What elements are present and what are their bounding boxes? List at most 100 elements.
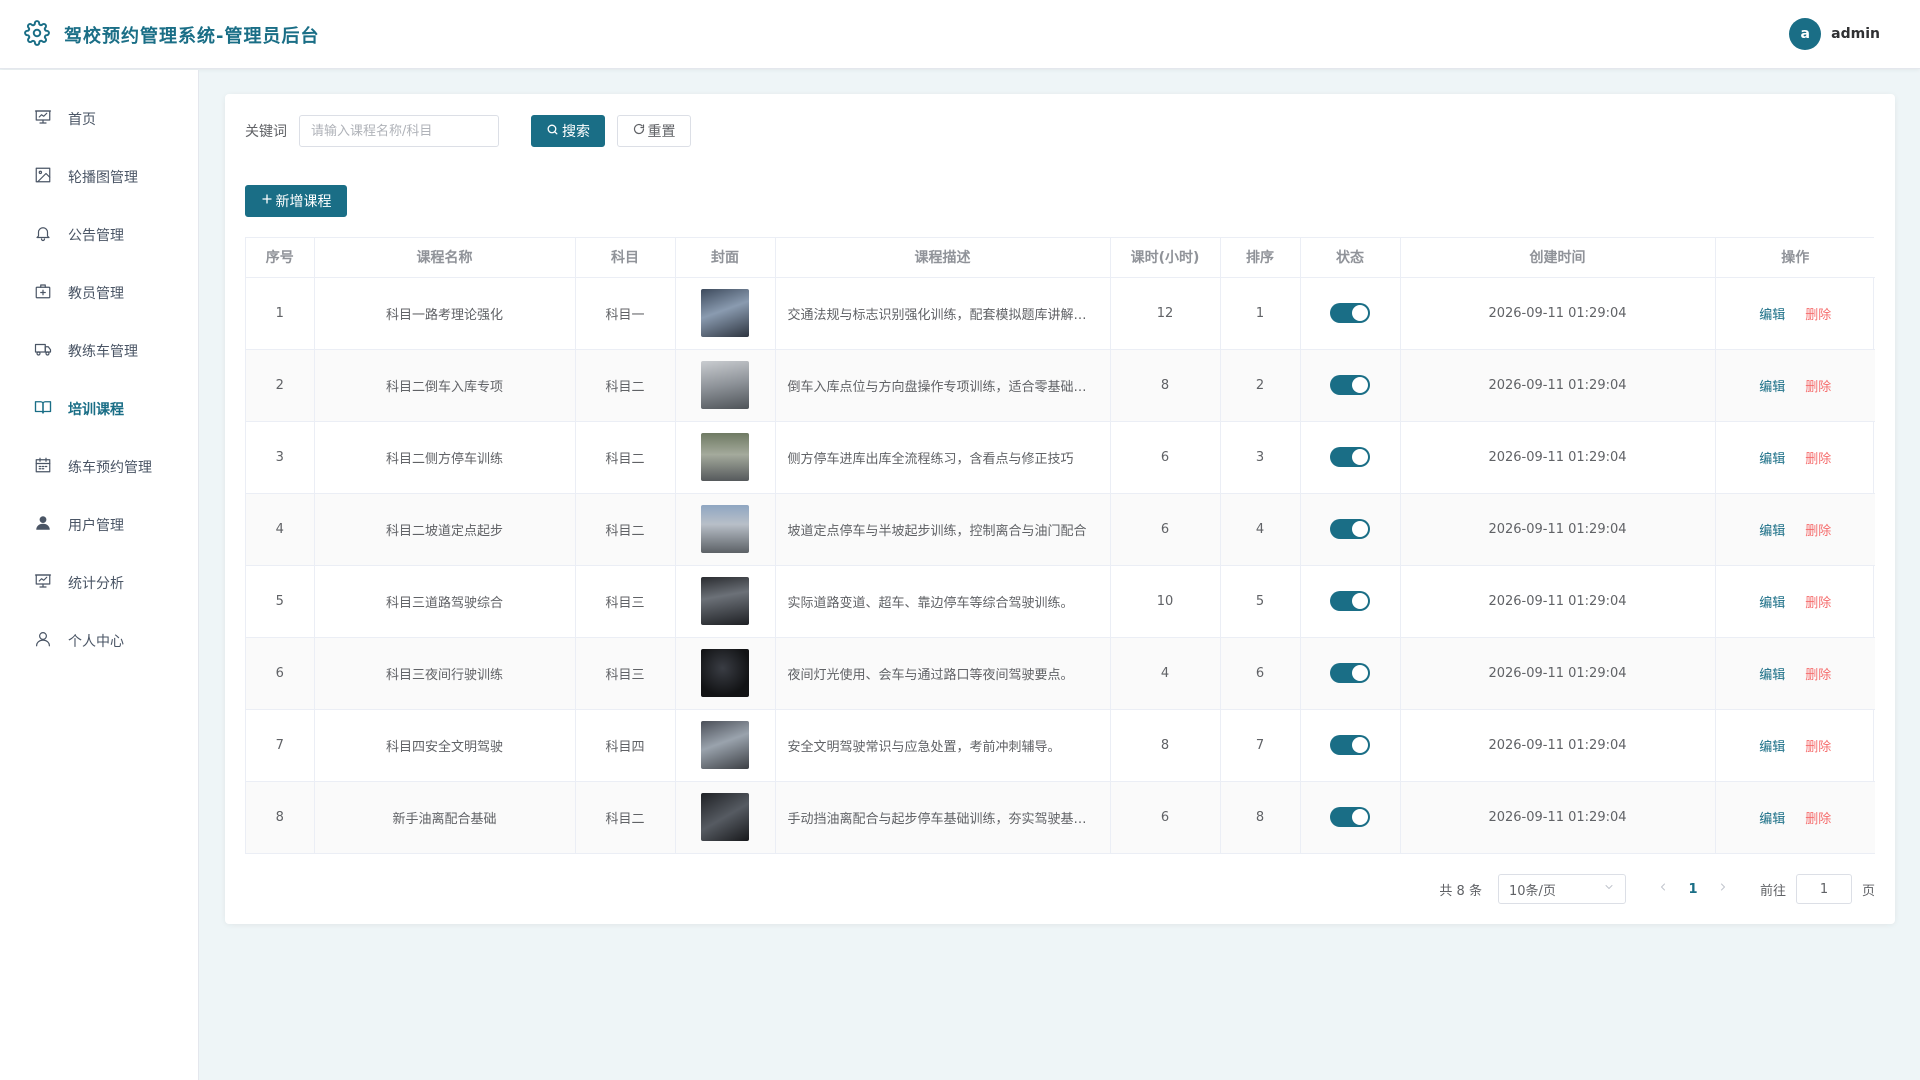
plus-icon	[261, 193, 276, 209]
goto-label: 前往	[1759, 883, 1786, 899]
delete-link[interactable]: 删除	[1805, 308, 1831, 323]
sidebar-item-users[interactable]: 用户管理	[0, 496, 198, 554]
add-course-label: 新增课程	[275, 194, 332, 210]
prev-page-icon[interactable]	[1648, 881, 1678, 897]
edit-link[interactable]: 编辑	[1759, 452, 1785, 467]
delete-link[interactable]: 删除	[1805, 380, 1831, 395]
course-sort: 6	[1220, 637, 1301, 710]
course-subject: 科目三	[575, 565, 676, 638]
course-sort: 5	[1220, 565, 1301, 638]
delete-link[interactable]: 删除	[1805, 452, 1831, 467]
username[interactable]: admin	[1831, 26, 1880, 42]
cover-cell	[675, 277, 776, 350]
status-toggle[interactable]	[1330, 375, 1370, 395]
table-row: 7 科目四安全文明驾驶 科目四 安全文明驾驶常识与应急处置，考前冲刺辅导。 8 …	[246, 709, 1875, 782]
sidebar-item-car[interactable]: 教练车管理	[0, 322, 198, 380]
cover-cell	[675, 493, 776, 566]
edit-link[interactable]: 编辑	[1759, 308, 1785, 323]
page-size-select[interactable]: 10条/页	[1497, 874, 1626, 904]
created-time: 2026-09-11 01:29:04	[1400, 637, 1716, 710]
cover-image[interactable]	[701, 721, 749, 769]
status-toggle[interactable]	[1330, 447, 1370, 467]
course-hours: 4	[1110, 637, 1221, 710]
main-panel: 关键词 搜索 重置 新增课程 序号	[225, 94, 1895, 924]
sidebar-item-profile[interactable]: 个人中心	[0, 612, 198, 670]
page-size-value: 10条/页	[1508, 883, 1556, 899]
user-menu[interactable]: a admin	[1789, 18, 1880, 50]
sidebar-item-home[interactable]: 首页	[0, 90, 198, 148]
user-icon	[34, 630, 52, 652]
row-index: 4	[246, 493, 315, 566]
sidebar-item-instructor[interactable]: 教员管理	[0, 264, 198, 322]
sidebar-item-stats[interactable]: 统计分析	[0, 554, 198, 612]
app-title: 驾校预约管理系统-管理员后台	[64, 26, 320, 47]
cover-image[interactable]	[701, 793, 749, 841]
course-name: 科目二侧方停车训练	[314, 421, 576, 494]
course-name: 新手油离配合基础	[314, 781, 576, 854]
row-index: 1	[246, 277, 315, 350]
status-toggle[interactable]	[1330, 519, 1370, 539]
delete-link[interactable]: 删除	[1805, 668, 1831, 683]
cover-cell	[675, 781, 776, 854]
course-subject: 科目三	[575, 637, 676, 710]
status-toggle[interactable]	[1330, 807, 1370, 827]
cover-image[interactable]	[701, 361, 749, 409]
bell-icon	[34, 224, 52, 246]
search-button[interactable]: 搜索	[531, 115, 605, 147]
edit-link[interactable]: 编辑	[1759, 380, 1785, 395]
edit-link[interactable]: 编辑	[1759, 668, 1785, 683]
delete-link[interactable]: 删除	[1805, 596, 1831, 611]
edit-link[interactable]: 编辑	[1759, 524, 1785, 539]
edit-link[interactable]: 编辑	[1759, 596, 1785, 611]
edit-link[interactable]: 编辑	[1759, 740, 1785, 755]
status-toggle[interactable]	[1330, 663, 1370, 683]
sidebar-item-label: 教员管理	[68, 286, 124, 302]
cover-cell	[675, 637, 776, 710]
created-time: 2026-09-11 01:29:04	[1400, 349, 1716, 422]
sidebar-item-notice[interactable]: 公告管理	[0, 206, 198, 264]
column-header: 科目	[575, 238, 676, 278]
reset-button[interactable]: 重置	[617, 115, 691, 147]
status-toggle[interactable]	[1330, 303, 1370, 323]
cover-image[interactable]	[701, 289, 749, 337]
column-header: 排序	[1220, 238, 1301, 278]
edit-link[interactable]: 编辑	[1759, 812, 1785, 827]
row-index: 7	[246, 709, 315, 782]
delete-link[interactable]: 删除	[1805, 740, 1831, 755]
search-input[interactable]	[299, 115, 499, 147]
course-name: 科目三夜间行驶训练	[314, 637, 576, 710]
delete-link[interactable]: 删除	[1805, 524, 1831, 539]
actions-cell: 编辑 删除	[1715, 709, 1875, 782]
truck-icon	[34, 340, 52, 362]
image-icon	[34, 166, 52, 188]
goto-page-input[interactable]	[1795, 874, 1852, 904]
course-description: 坡道定点停车与半坡起步训练，控制离合与油门配合	[775, 493, 1111, 566]
course-hours: 8	[1110, 709, 1221, 782]
sidebar-item-course[interactable]: 培训课程	[0, 380, 198, 438]
sidebar-item-booking[interactable]: 练车预约管理	[0, 438, 198, 496]
add-course-button[interactable]: 新增课程	[245, 185, 347, 217]
course-subject: 科目二	[575, 349, 676, 422]
course-sort: 8	[1220, 781, 1301, 854]
course-description: 侧方停车进库出库全流程练习，含看点与修正技巧	[775, 421, 1111, 494]
avatar[interactable]: a	[1789, 18, 1822, 50]
page-number-current[interactable]: 1	[1678, 882, 1708, 897]
delete-link[interactable]: 删除	[1805, 812, 1831, 827]
course-description: 倒车入库点位与方向盘操作专项训练，适合零基础学员	[775, 349, 1111, 422]
table-row: 2 科目二倒车入库专项 科目二 倒车入库点位与方向盘操作专项训练，适合零基础学员…	[246, 349, 1875, 422]
cover-image[interactable]	[701, 505, 749, 553]
status-cell	[1300, 421, 1401, 494]
course-subject: 科目二	[575, 781, 676, 854]
cover-cell	[675, 565, 776, 638]
course-description: 夜间灯光使用、会车与通过路口等夜间驾驶要点。	[775, 637, 1111, 710]
status-toggle[interactable]	[1330, 591, 1370, 611]
cover-image[interactable]	[701, 649, 749, 697]
calendar-icon	[34, 456, 52, 478]
chevron-down-icon	[1603, 881, 1615, 897]
sidebar-item-carousel[interactable]: 轮播图管理	[0, 148, 198, 206]
status-toggle[interactable]	[1330, 735, 1370, 755]
next-page-icon[interactable]	[1708, 881, 1738, 897]
cover-image[interactable]	[701, 433, 749, 481]
course-hours: 6	[1110, 781, 1221, 854]
cover-image[interactable]	[701, 577, 749, 625]
